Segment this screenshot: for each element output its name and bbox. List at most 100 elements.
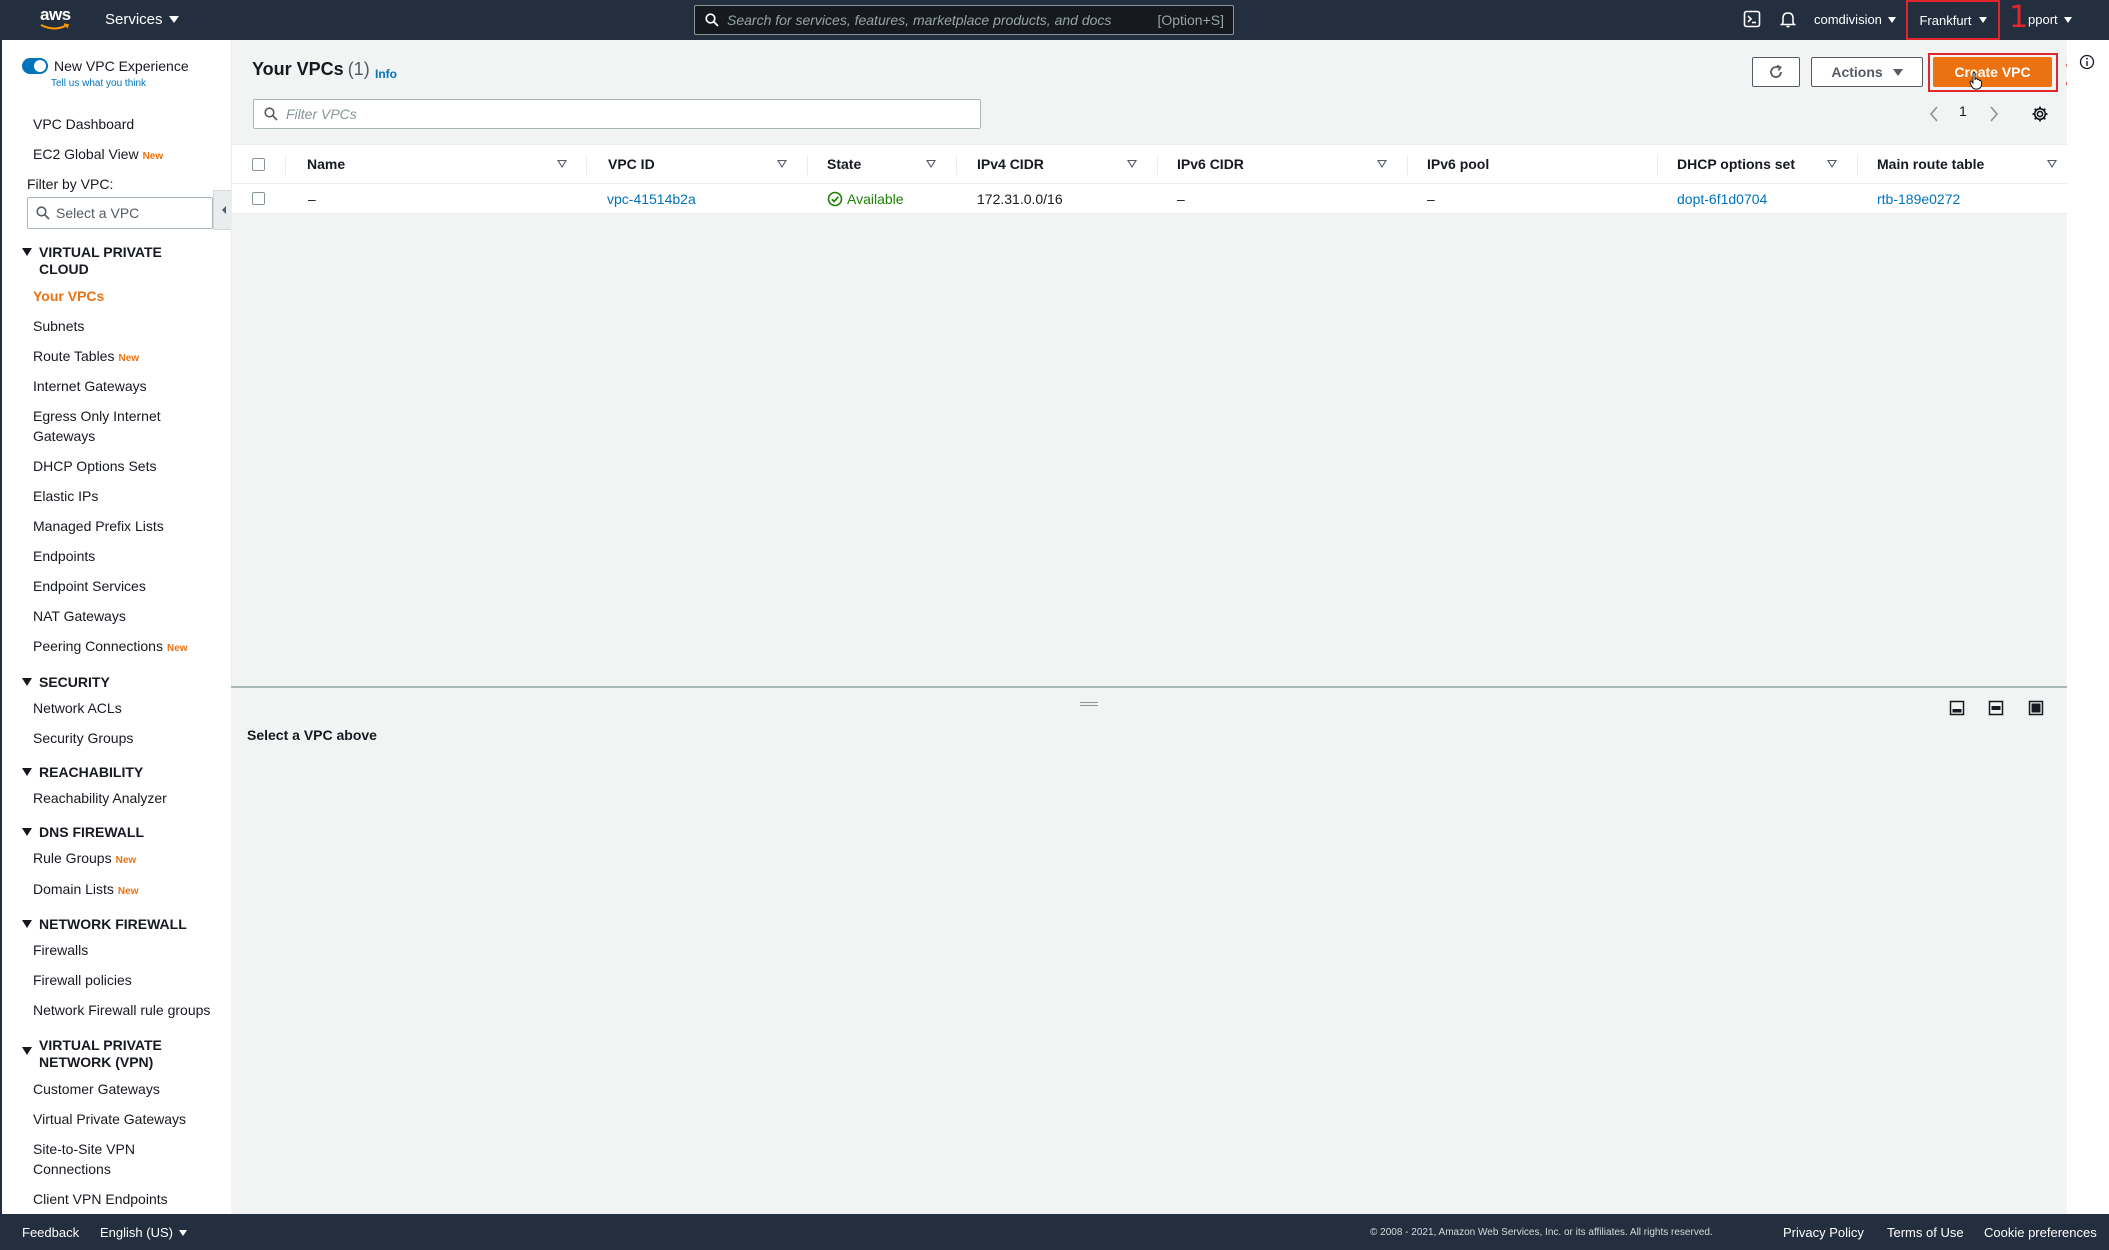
cell-dhcp-options-set-link[interactable]: dopt-6f1d0704 <box>1677 184 1767 213</box>
search-shortcut-hint: [Option+S] <box>1157 12 1224 28</box>
sidebar-item-managed-prefix-lists[interactable]: Managed Prefix Lists <box>33 516 164 536</box>
section-dns-firewall[interactable]: DNS FIREWALL <box>22 824 144 841</box>
sidebar-item-firewall-policies[interactable]: Firewall policies <box>33 970 132 990</box>
sidebar-item-egress-only-internet-gateways[interactable]: Egress Only Internet Gateways <box>33 406 161 446</box>
collapse-sidebar-button[interactable] <box>213 190 231 230</box>
feedback-button[interactable]: Feedback <box>22 1225 79 1240</box>
select-all-checkbox[interactable] <box>252 157 265 171</box>
section-reachability[interactable]: REACHABILITY <box>22 764 143 781</box>
new-experience-toggle[interactable] <box>22 58 48 74</box>
column-header-name[interactable]: Name <box>307 145 345 183</box>
info-circle-icon[interactable] <box>2079 54 2095 70</box>
column-header-main-route-table[interactable]: Main route table <box>1877 145 1984 183</box>
vpc-filter-input[interactable] <box>286 106 886 122</box>
sidebar-item-firewalls[interactable]: Firewalls <box>33 940 88 960</box>
services-menu-button[interactable]: Services <box>105 11 179 28</box>
sidebar-item-ec2-global-view[interactable]: EC2 Global View New <box>33 144 163 167</box>
cell-ipv6-cidr: – <box>1177 190 1185 207</box>
sidebar-item-route-tables[interactable]: Route Tables New <box>33 346 139 369</box>
sidebar-item-peering-connections[interactable]: Peering Connections New <box>33 636 188 659</box>
sort-icon[interactable] <box>557 160 567 168</box>
sidebar-item-rule-groups[interactable]: Rule Groups New <box>33 848 136 871</box>
sidebar-item-elastic-ips[interactable]: Elastic IPs <box>33 486 98 506</box>
caret-down-icon <box>22 1047 32 1055</box>
section-security[interactable]: SECURITY <box>22 674 110 691</box>
gear-icon[interactable] <box>2031 105 2049 123</box>
sidebar-item-dhcp-options-sets[interactable]: DHCP Options Sets <box>33 456 156 476</box>
table-row[interactable]: – vpc-41514b2a Available 172.31.0.0/16 –… <box>232 184 2068 214</box>
actions-button[interactable]: Actions <box>1811 57 1923 87</box>
table-header: Name VPC ID State IPv4 CIDR IPv6 CIDR IP… <box>232 145 2068 184</box>
chevron-right-icon[interactable] <box>1989 106 1999 122</box>
privacy-policy-link[interactable]: Privacy Policy <box>1783 1225 1864 1240</box>
section-title: REACHABILITY <box>39 764 144 780</box>
sidebar-item-client-vpn-endpoints[interactable]: Client VPN Endpoints <box>33 1189 168 1209</box>
sidebar-item-endpoints[interactable]: Endpoints <box>33 546 95 566</box>
refresh-button[interactable] <box>1752 57 1800 87</box>
global-search[interactable]: [Option+S] <box>694 5 1234 35</box>
main-content: Your VPCs(1) Info Actions Create VPC 2 1 <box>231 40 2083 1214</box>
split-full-icon[interactable] <box>2028 700 2044 716</box>
column-header-dhcp-options-set[interactable]: DHCP options set <box>1677 145 1795 183</box>
sidebar-item-nat-gateways[interactable]: NAT Gateways <box>33 606 126 626</box>
sidebar-item-virtual-private-gateways[interactable]: Virtual Private Gateways <box>33 1109 186 1129</box>
sidebar-item-subnets[interactable]: Subnets <box>33 316 84 336</box>
section-virtual-private-cloud[interactable]: VIRTUAL PRIVATE CLOUD <box>22 244 162 278</box>
sort-icon[interactable] <box>1827 160 1837 168</box>
sidebar-item-vpc-dashboard[interactable]: VPC Dashboard <box>33 114 134 134</box>
section-virtual-private-network[interactable]: VIRTUAL PRIVATE NETWORK (VPN) <box>22 1037 162 1071</box>
split-bottom-icon[interactable] <box>1949 700 1965 716</box>
account-menu[interactable]: comdivision <box>1814 12 1896 27</box>
vpc-filter-input[interactable] <box>56 205 196 221</box>
sidebar-item-customer-gateways[interactable]: Customer Gateways <box>33 1079 160 1099</box>
vpc-filter-select[interactable] <box>27 197 213 229</box>
refresh-icon <box>1770 64 1782 78</box>
sidebar-item-network-acls[interactable]: Network ACLs <box>33 698 122 718</box>
column-header-ipv6-cidr[interactable]: IPv6 CIDR <box>1177 145 1244 183</box>
split-panel-resize-handle[interactable] <box>1080 702 1098 706</box>
sort-icon[interactable] <box>1127 160 1137 168</box>
column-header-vpc-id[interactable]: VPC ID <box>608 145 655 183</box>
vpc-filter-box[interactable] <box>253 99 981 129</box>
sidebar-item-security-groups[interactable]: Security Groups <box>33 728 133 748</box>
sidebar-item-your-vpcs[interactable]: Your VPCs <box>33 286 104 306</box>
support-menu[interactable]: pport <box>2028 12 2072 27</box>
sidebar-item-label: Connections <box>33 1161 111 1177</box>
chevron-left-icon[interactable] <box>1929 106 1939 122</box>
row-checkbox[interactable] <box>252 192 265 205</box>
column-header-state[interactable]: State <box>827 145 861 183</box>
terms-of-use-link[interactable]: Terms of Use <box>1887 1225 1964 1240</box>
sidebar-item-site-to-site-vpn[interactable]: Site-to-Site VPN Connections <box>33 1139 135 1179</box>
sort-icon[interactable] <box>2047 160 2057 168</box>
section-title: CLOUD <box>39 261 89 277</box>
sidebar-item-domain-lists[interactable]: Domain Lists New <box>33 879 138 902</box>
global-search-input[interactable] <box>727 12 1147 28</box>
filter-by-vpc-label: Filter by VPC: <box>27 176 114 192</box>
split-side-icon[interactable] <box>1988 700 2004 716</box>
sidebar-item-network-firewall-rule-groups[interactable]: Network Firewall rule groups <box>33 1000 210 1020</box>
cookie-preferences-link[interactable]: Cookie preferences <box>1984 1225 2097 1240</box>
cell-main-route-table-link[interactable]: rtb-189e0272 <box>1877 184 1960 213</box>
sidebar-item-internet-gateways[interactable]: Internet Gateways <box>33 376 147 396</box>
sort-icon[interactable] <box>777 160 787 168</box>
cloudshell-icon[interactable] <box>1743 10 1761 28</box>
page-number[interactable]: 1 <box>1959 103 1967 119</box>
sort-icon[interactable] <box>926 160 936 168</box>
section-network-firewall[interactable]: NETWORK FIREWALL <box>22 916 187 933</box>
column-header-ipv4-cidr[interactable]: IPv4 CIDR <box>977 145 1044 183</box>
cell-vpc-id-link[interactable]: vpc-41514b2a <box>607 184 696 213</box>
create-vpc-button[interactable]: Create VPC <box>1933 57 2052 87</box>
sidebar-item-label: Domain Lists <box>33 881 114 897</box>
sidebar-item-endpoint-services[interactable]: Endpoint Services <box>33 576 146 596</box>
aws-logo[interactable]: aws <box>38 5 74 33</box>
region-selector[interactable]: Frankfurt <box>1906 0 2000 40</box>
feedback-link[interactable]: Tell us what you think <box>51 78 146 89</box>
language-selector[interactable]: English (US) <box>100 1225 187 1240</box>
chevron-down-icon <box>1887 16 1896 23</box>
info-link[interactable]: Info <box>375 67 397 81</box>
sort-icon[interactable] <box>1377 160 1387 168</box>
bell-icon[interactable] <box>1779 10 1797 28</box>
section-title: NETWORK (VPN) <box>39 1054 154 1070</box>
column-header-ipv6-pool[interactable]: IPv6 pool <box>1427 145 1489 183</box>
sidebar-item-reachability-analyzer[interactable]: Reachability Analyzer <box>33 788 167 808</box>
